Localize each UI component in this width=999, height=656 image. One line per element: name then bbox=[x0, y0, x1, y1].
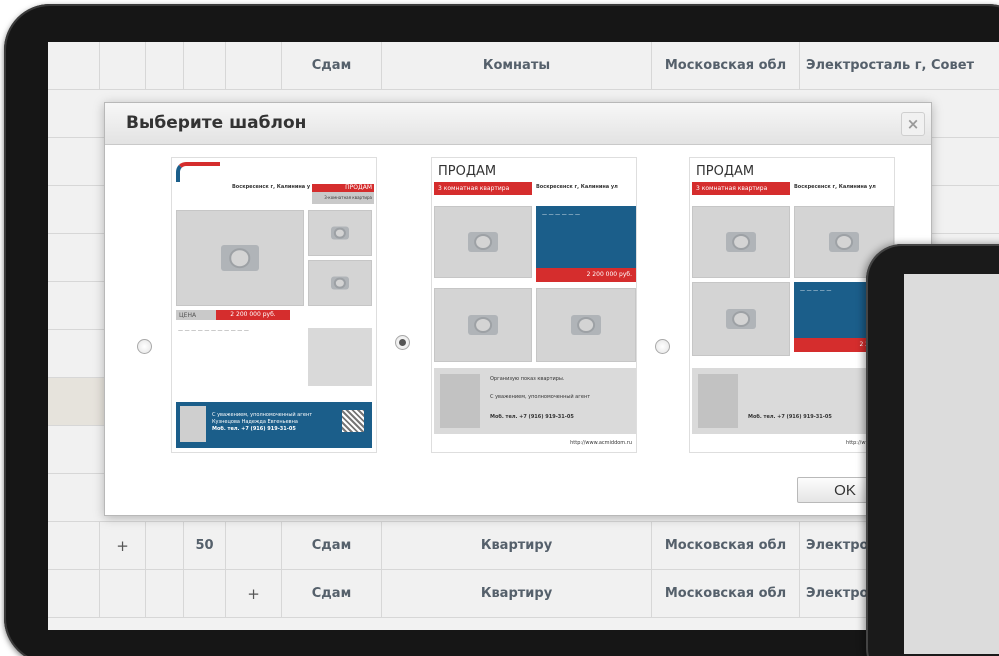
camera-icon bbox=[726, 232, 756, 252]
region-cell: Московская обл bbox=[652, 522, 800, 569]
table-cell: + bbox=[100, 522, 146, 569]
template-price: 2 200 000 руб. bbox=[536, 268, 636, 282]
camera-icon bbox=[571, 315, 601, 335]
photo-placeholder bbox=[176, 210, 304, 306]
price-caption: ЦЕНА bbox=[179, 312, 197, 319]
table-cell bbox=[184, 570, 226, 617]
agent-line-1: Организую показ квартиры. bbox=[490, 376, 565, 382]
photo-placeholder bbox=[692, 282, 790, 356]
camera-icon bbox=[468, 232, 498, 252]
property-type-cell: Квартиру bbox=[382, 570, 652, 617]
photo-placeholder bbox=[308, 260, 372, 306]
camera-icon bbox=[468, 315, 498, 335]
template-heading: ПРОДАМ bbox=[696, 164, 755, 179]
tablet-screen: Сдам Комнаты Московская обл Электросталь… bbox=[48, 42, 999, 630]
agent-phone: Моб. тел. +7 (916) 919-31-05 bbox=[212, 426, 296, 432]
camera-icon bbox=[221, 245, 259, 271]
camera-icon bbox=[331, 226, 349, 240]
table-cell: 50 bbox=[184, 522, 226, 569]
table-cell: + bbox=[226, 570, 282, 617]
deal-type-cell: Сдам bbox=[282, 522, 382, 569]
camera-icon bbox=[331, 276, 349, 290]
photo-placeholder bbox=[692, 206, 790, 278]
template-sale-label: 3 комнатная квартира bbox=[434, 182, 532, 195]
agent-avatar-icon bbox=[698, 374, 738, 428]
template-location: Воскресенск г, Калинина ул bbox=[536, 184, 618, 190]
template-sale-label: 3 комнатная квартира bbox=[692, 182, 790, 195]
template-specs: — — — — — — bbox=[536, 206, 636, 268]
close-button[interactable]: × bbox=[901, 112, 925, 136]
deal-type-cell: Сдам bbox=[282, 42, 382, 89]
dialog-title: Выберите шаблон bbox=[126, 113, 307, 133]
tablet-frame: Сдам Комнаты Московская обл Электросталь… bbox=[4, 4, 999, 656]
template-heading: ПРОДАМ bbox=[438, 164, 497, 179]
second-device-frame bbox=[866, 244, 999, 656]
table-cell bbox=[226, 42, 282, 89]
camera-icon bbox=[829, 232, 859, 252]
second-device-screen bbox=[904, 274, 999, 654]
table-row[interactable]: + 50 Сдам Квартиру Московская обл Электр… bbox=[48, 522, 999, 570]
table-row[interactable]: Сдам Комнаты Московская обл Электросталь… bbox=[48, 42, 999, 90]
table-cell bbox=[100, 570, 146, 617]
deal-type-cell: Сдам bbox=[282, 570, 382, 617]
table-row[interactable]: + Сдам Квартиру Московская обл Электро bbox=[48, 570, 999, 618]
template-specs bbox=[308, 328, 372, 386]
region-cell: Московская обл bbox=[652, 42, 800, 89]
table-cell bbox=[226, 522, 282, 569]
template-1-radio[interactable] bbox=[137, 339, 152, 354]
photo-placeholder bbox=[536, 288, 636, 362]
spec-lines: — — — — — — bbox=[542, 212, 580, 218]
agent-line-1: С уважением, уполномоченный агент bbox=[212, 412, 313, 418]
table-cell bbox=[146, 42, 184, 89]
agent-avatar-icon bbox=[180, 406, 206, 442]
template-2-radio[interactable] bbox=[395, 335, 410, 350]
template-subheader: 3-комнатная квартира bbox=[324, 195, 372, 200]
template-picker-dialog: Выберите шаблон × Воскресенск г, Калинин… bbox=[104, 102, 932, 516]
agent-banner: Организую показ квартиры. С уважением, у… bbox=[434, 368, 636, 434]
qr-code-icon bbox=[342, 410, 364, 432]
agent-line-2: Кузнецова Надежда Евгеньевна bbox=[212, 419, 298, 425]
agent-phone: Моб. тел. +7 (916) 919-31-05 bbox=[748, 414, 832, 420]
table-cell bbox=[48, 570, 100, 617]
property-type-cell: Комнаты bbox=[382, 42, 652, 89]
template-description: — — — — — — — — — — — bbox=[178, 328, 249, 334]
template-subheader-bar: 3-комнатная квартира bbox=[312, 192, 374, 204]
template-location: Воскресенск г, Калинина ул bbox=[794, 184, 876, 190]
template-1-preview[interactable]: Воскресенск г, Калинина ул ПРОДАМ 3-комн… bbox=[171, 157, 377, 453]
brand-logo-icon bbox=[176, 162, 220, 182]
template-site: http://www.acmiddom.ru bbox=[570, 440, 632, 446]
template-3-radio[interactable] bbox=[655, 339, 670, 354]
agent-phone: Моб. тел. +7 (916) 919-31-05 bbox=[490, 414, 574, 420]
region-cell: Московская обл bbox=[652, 570, 800, 617]
photo-placeholder bbox=[434, 288, 532, 362]
table-cell bbox=[48, 522, 100, 569]
table-cell bbox=[100, 42, 146, 89]
agent-line-2: С уважением, уполномоченный агент bbox=[490, 394, 591, 400]
template-sale-label: ПРОДАМ bbox=[312, 184, 374, 192]
table-cell bbox=[184, 42, 226, 89]
template-3-preview[interactable]: ПРОДАМ 3 комнатная квартира Воскресенск … bbox=[689, 157, 895, 453]
price-caption-bar: ЦЕНА bbox=[176, 310, 216, 320]
property-type-cell: Квартиру bbox=[382, 522, 652, 569]
agent-avatar-icon bbox=[440, 374, 480, 428]
camera-icon bbox=[726, 309, 756, 329]
template-2-preview[interactable]: ПРОДАМ 3 комнатная квартира Воскресенск … bbox=[431, 157, 637, 453]
photo-placeholder bbox=[434, 206, 532, 278]
photo-placeholder bbox=[308, 210, 372, 256]
agent-banner: С уважением, уполномоченный агент Кузнец… bbox=[176, 402, 372, 448]
address-cell: Электросталь г, Совет bbox=[800, 42, 999, 89]
dialog-header: Выберите шаблон × bbox=[105, 103, 931, 145]
table-cell bbox=[146, 570, 184, 617]
table-cell bbox=[146, 522, 184, 569]
agent-banner: Моб. тел. +7 (916) 919-31-05 bbox=[692, 368, 894, 434]
table-cell bbox=[48, 42, 100, 89]
template-price: 2 200 000 руб. bbox=[216, 310, 290, 320]
template-location: Воскресенск г, Калинина ул bbox=[232, 184, 310, 190]
